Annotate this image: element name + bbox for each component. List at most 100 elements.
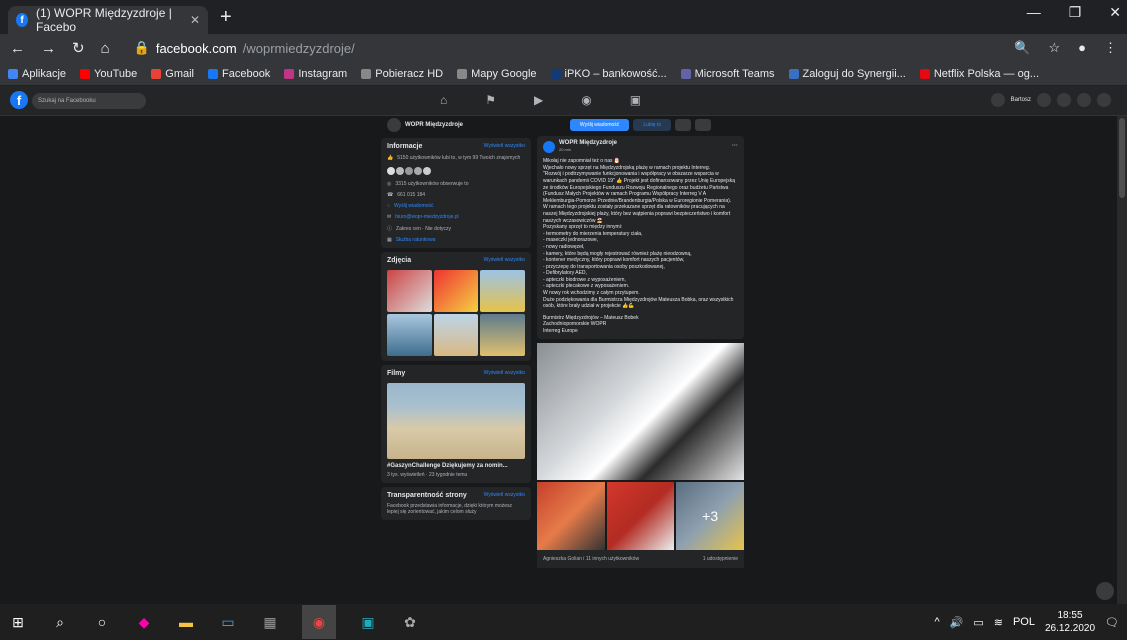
search-input[interactable]: Szukaj na Facebooku <box>32 93 146 109</box>
bookmark-item[interactable]: Microsoft Teams <box>680 68 775 80</box>
post-more-photos[interactable]: +3 <box>676 481 744 550</box>
bookmark-item[interactable]: Facebook <box>208 68 270 80</box>
chevron-up-icon[interactable]: ^ <box>934 616 939 628</box>
restore-icon[interactable]: ❐ <box>1069 4 1082 21</box>
app-icon[interactable]: ◆ <box>134 612 154 632</box>
photo-thumb[interactable] <box>387 314 432 356</box>
bookmark-item[interactable]: Zaloguj do Synergii... <box>788 68 906 80</box>
search-icon[interactable]: ⌕ <box>50 612 70 632</box>
wifi-icon[interactable]: ≋ <box>994 616 1003 629</box>
bookmark-item[interactable]: Mapy Google <box>457 68 537 80</box>
photo-thumb[interactable] <box>480 270 525 312</box>
bookmark-item[interactable]: Pobieracz HD <box>361 68 443 80</box>
volume-icon[interactable]: 🔊 <box>950 616 964 629</box>
app-icon[interactable]: ▭ <box>218 612 238 632</box>
reload-icon[interactable]: ↻ <box>72 39 85 57</box>
close-tab-icon[interactable]: ✕ <box>190 13 200 27</box>
start-icon[interactable]: ⊞ <box>8 612 28 632</box>
send-message-link[interactable]: Wyślij wiadomość <box>394 203 433 209</box>
bookmark-item[interactable]: Netflix Polska — og... <box>919 68 1039 80</box>
email-link[interactable]: biuro@wopr-miedzyzdroje.pl <box>395 214 458 220</box>
notifications-icon[interactable] <box>1077 93 1091 107</box>
post-author[interactable]: WOPR Międzyzdroje <box>559 140 617 147</box>
new-tab-icon[interactable]: + <box>220 6 232 29</box>
page-title[interactable]: WOPR Międzyzdroje <box>405 122 463 128</box>
videos-see-all-link[interactable]: Wyświetl wszystko <box>484 370 525 377</box>
language-indicator[interactable]: POL <box>1013 616 1035 628</box>
video-caption[interactable]: #GaszynChallenge Dziękujemy za nomin... <box>387 463 525 469</box>
send-message-button[interactable]: Wyślij wiadomość <box>569 119 630 131</box>
post-more-icon[interactable]: ··· <box>732 143 738 150</box>
avatar[interactable] <box>990 93 1005 107</box>
friend-avatar[interactable] <box>396 167 404 175</box>
zoom-icon[interactable]: 🔍 <box>1014 40 1030 56</box>
home-nav-icon[interactable]: ⌂ <box>440 93 447 107</box>
profile-avatar[interactable]: ● <box>1078 40 1086 56</box>
friend-avatar[interactable] <box>414 167 422 175</box>
account-menu-icon[interactable] <box>1097 93 1111 107</box>
groups-nav-icon[interactable]: ◉ <box>581 93 591 107</box>
friend-avatar[interactable] <box>387 167 395 175</box>
category-link[interactable]: Służba ratunkowa <box>396 237 436 243</box>
back-icon[interactable]: ← <box>10 40 25 57</box>
photo-thumb[interactable] <box>433 314 479 356</box>
url-host: facebook.com <box>155 40 237 56</box>
chrome-icon[interactable]: ◉ <box>302 605 336 639</box>
app-icon[interactable]: ▣ <box>358 612 378 632</box>
calculator-icon[interactable]: ▦ <box>260 612 280 632</box>
bookmark-item[interactable]: Instagram <box>284 68 347 80</box>
photo-thumb[interactable] <box>433 270 479 312</box>
scrollbar[interactable] <box>1117 116 1127 604</box>
search-page-icon[interactable] <box>675 119 692 131</box>
reactions-text[interactable]: Agnieszka Golian i 11 innych użytkownikó… <box>543 556 639 562</box>
photo-thumb[interactable] <box>480 314 525 356</box>
photos-see-all-link[interactable]: Wyświetl wszystko <box>484 257 525 264</box>
post-main-image[interactable] <box>537 342 744 480</box>
transparency-see-all-link[interactable]: Wyświetl wszystko <box>484 492 525 499</box>
post-time[interactable]: 20 min <box>559 147 617 154</box>
post-author-avatar[interactable] <box>543 140 555 153</box>
friend-avatar[interactable] <box>405 167 413 175</box>
notifications-tray-icon[interactable]: 🗨 <box>1105 616 1119 629</box>
scrollbar-thumb[interactable] <box>1119 118 1125 198</box>
bookmark-item[interactable]: iPKO – bankowość... <box>550 68 667 80</box>
bookmark-item[interactable]: Gmail <box>151 68 194 80</box>
friend-avatar[interactable] <box>423 167 431 175</box>
bookmark-item[interactable]: YouTube <box>80 68 137 80</box>
watch-nav-icon[interactable]: ▶ <box>534 93 543 107</box>
home-icon[interactable]: ⌂ <box>101 40 110 57</box>
clock[interactable]: 18:55 26.12.2020 <box>1045 609 1095 635</box>
app-icon[interactable]: ✿ <box>400 612 420 632</box>
bookmark-icon <box>80 68 91 79</box>
close-window-icon[interactable]: ✕ <box>1109 4 1121 21</box>
info-see-all-link[interactable]: Wyświetl wszystko <box>484 143 525 150</box>
post-photo-thumb[interactable] <box>537 481 605 550</box>
task-view-icon[interactable]: ○ <box>92 612 112 632</box>
create-icon[interactable] <box>1037 93 1051 107</box>
video-thumbnail[interactable] <box>387 383 525 459</box>
more-options-icon[interactable] <box>695 119 712 131</box>
menu-icon[interactable]: ⋮ <box>1104 40 1117 56</box>
shares-text[interactable]: 1 udostępnienie <box>703 556 738 562</box>
url-field[interactable]: 🔒 facebook.com/woprmiedzyzdroje/ <box>134 40 355 56</box>
gaming-nav-icon[interactable]: ▣ <box>630 93 641 107</box>
page-avatar[interactable] <box>387 118 401 132</box>
messenger-icon[interactable] <box>1057 93 1071 107</box>
pages-nav-icon[interactable]: ⚑ <box>485 93 496 107</box>
post-photo-thumb[interactable] <box>606 481 675 550</box>
minimize-icon[interactable]: — <box>1027 4 1041 21</box>
post-tags[interactable]: Burmistrz Międzyzdrojów – Mateusz Bobek … <box>543 315 738 335</box>
like-page-button[interactable]: Lubię to <box>633 119 672 131</box>
new-message-icon[interactable] <box>1096 582 1114 600</box>
facebook-logo-icon[interactable]: f <box>10 91 28 109</box>
bookmark-icon <box>680 68 691 79</box>
battery-icon[interactable]: ▭ <box>973 616 983 629</box>
user-name[interactable]: Bartosz <box>1011 97 1031 103</box>
more-photos-count: +3 <box>702 507 719 524</box>
photo-thumb[interactable] <box>387 270 432 312</box>
file-explorer-icon[interactable]: ▬ <box>176 612 196 632</box>
browser-tab[interactable]: f (1) WOPR Międzyzdroje | Facebo ✕ <box>8 6 208 34</box>
forward-icon[interactable]: → <box>41 40 56 57</box>
bookmark-star-icon[interactable]: ☆ <box>1048 40 1060 56</box>
bookmark-item[interactable]: Aplikacje <box>8 68 66 80</box>
